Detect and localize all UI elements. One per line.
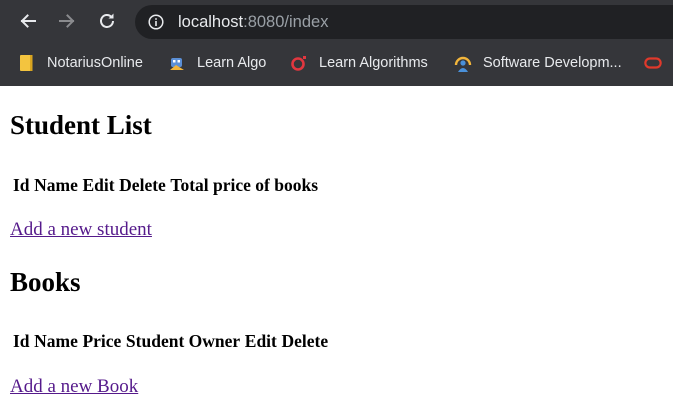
- address-bar[interactable]: localhost:8080/index: [135, 5, 673, 39]
- url-port-path: :8080/index: [243, 13, 329, 31]
- oracle-icon: [644, 54, 662, 72]
- column-price: Price: [82, 331, 122, 351]
- reload-icon[interactable]: [93, 7, 121, 35]
- books-table-header: Id Name Price Student Owner Edit Delete: [13, 331, 333, 352]
- column-id: Id: [13, 331, 30, 351]
- student-list-heading: Student List: [10, 110, 152, 140]
- folder-icon: [18, 54, 36, 72]
- bookmark-label: NotariusOnline: [47, 55, 143, 71]
- person-icon: [454, 54, 472, 72]
- forward-arrow-icon[interactable]: [53, 7, 81, 35]
- column-total-price: Total price of books: [170, 175, 319, 195]
- url-text[interactable]: localhost:8080/index: [178, 5, 328, 39]
- browser-chrome: localhost:8080/index NotariusOnline Lear…: [0, 0, 673, 86]
- bookmark-oracle[interactable]: [644, 44, 673, 82]
- bookmark-notariusonline[interactable]: NotariusOnline: [18, 44, 143, 82]
- info-icon[interactable]: [148, 14, 164, 30]
- bookmark-learn-algo[interactable]: Learn Algo: [168, 44, 266, 82]
- column-delete: Delete: [281, 331, 329, 351]
- ring-icon: [290, 54, 308, 72]
- add-book-link[interactable]: Add a new Book: [10, 376, 138, 398]
- column-delete: Delete: [119, 175, 166, 195]
- back-arrow-icon[interactable]: [14, 7, 42, 35]
- robot-icon: [168, 54, 186, 72]
- column-edit: Edit: [82, 175, 115, 195]
- bookmark-learn-algorithms[interactable]: Learn Algorithms: [290, 44, 428, 82]
- column-edit: Edit: [244, 331, 277, 351]
- column-student-owner: Student Owner: [125, 331, 241, 351]
- books-heading: Books: [10, 267, 81, 297]
- bookmarks-bar: NotariusOnline Learn Algo Learn Algorith…: [0, 44, 673, 82]
- column-id: Id: [13, 175, 30, 195]
- students-table-header: Id Name Edit Delete Total price of books: [13, 175, 323, 196]
- bookmark-label: Software Developm...: [483, 55, 622, 71]
- url-host: localhost: [178, 13, 244, 31]
- bookmark-software-development[interactable]: Software Developm...: [454, 44, 622, 82]
- page-content: Student List Id Name Edit Delete Total p…: [0, 86, 673, 417]
- bookmark-label: Learn Algorithms: [319, 55, 428, 71]
- add-student-link[interactable]: Add a new student: [10, 219, 152, 241]
- bookmark-label: Learn Algo: [197, 55, 267, 71]
- column-name: Name: [34, 331, 78, 351]
- column-name: Name: [34, 175, 78, 195]
